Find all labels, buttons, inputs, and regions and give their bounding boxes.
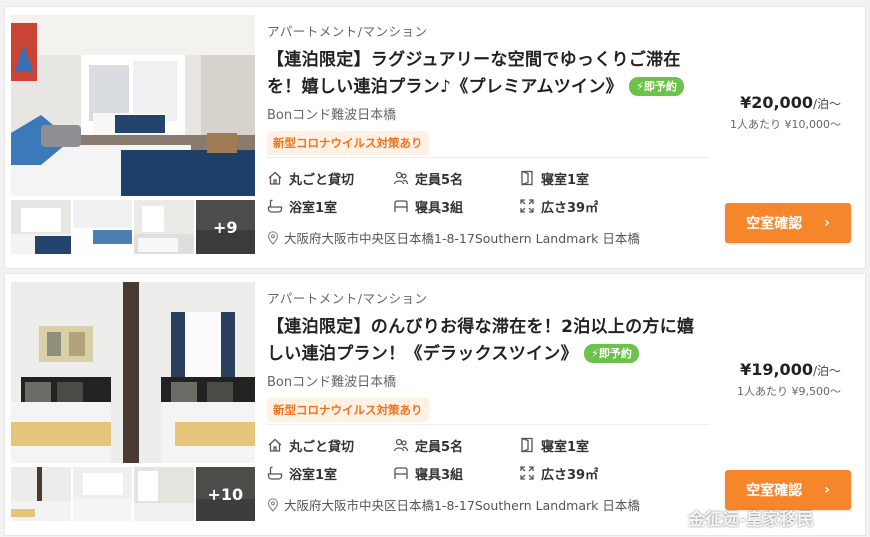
- feature-bathrooms: 浴室1室: [267, 198, 393, 216]
- more-photos-count: +10: [195, 467, 255, 521]
- listing-card[interactable]: +10 アパートメント/マンション 【連泊限定】のんびりお得な滞在を！2泊以上の…: [4, 273, 866, 536]
- title-line-2: を！嬉しい連泊プラン♪《プレミアムツイン》: [267, 77, 623, 97]
- instant-booking-badge: ⚡即予約: [584, 344, 639, 363]
- feature-area: 広さ39㎡: [519, 198, 649, 216]
- house-icon: [268, 438, 282, 452]
- photo-thumbnail[interactable]: [134, 467, 194, 521]
- weibo-logo-icon: [653, 507, 683, 529]
- more-photos-count: +9: [195, 200, 255, 254]
- map-pin-icon: [267, 497, 279, 512]
- feature-bathrooms: 浴室1室: [267, 465, 393, 483]
- people-icon: [393, 171, 409, 185]
- check-availability-button[interactable]: 空室確認 ›: [725, 203, 851, 243]
- covid-measures-tag: 新型コロナウイルス対策あり: [267, 131, 429, 155]
- photo-thumbnail[interactable]: [72, 200, 132, 254]
- map-pin-icon: [267, 230, 279, 245]
- bath-icon: [267, 466, 283, 480]
- feature-bedrooms: 寝室1室: [519, 170, 649, 188]
- price-block: ¥19,000/泊〜 1人あたり ¥9,500〜: [701, 360, 841, 399]
- instant-booking-badge: ⚡即予約: [629, 77, 684, 96]
- feature-bedding: 寝具3組: [393, 465, 519, 483]
- chevron-right-icon: ›: [824, 482, 830, 498]
- area-expand-icon: [520, 199, 534, 213]
- feature-whole-rental: 丸ごと貸切: [267, 170, 393, 188]
- watermark: 金征远-皇家移民: [652, 504, 814, 530]
- property-type: アパートメント/マンション: [267, 24, 428, 39]
- people-icon: [393, 438, 409, 452]
- building-name: Bonコンド難波日本橋: [267, 108, 397, 123]
- photo-thumbnail[interactable]: [11, 467, 71, 521]
- feature-area: 広さ39㎡: [519, 465, 649, 483]
- feature-grid: 丸ごと貸切 定員5名 寝室1室 浴室1室 寝具3組 広さ39㎡: [267, 437, 707, 483]
- bath-icon: [267, 199, 283, 213]
- bed-door-icon: [521, 437, 533, 453]
- photo-thumbnail[interactable]: [134, 200, 194, 254]
- photo-thumbnail[interactable]: [72, 467, 132, 521]
- nightly-price: ¥20,000/泊〜: [740, 93, 841, 112]
- feature-capacity: 定員5名: [393, 170, 519, 188]
- main-room-photo[interactable]: [11, 282, 255, 463]
- photo-gallery[interactable]: +9: [11, 15, 255, 254]
- feature-grid: 丸ごと貸切 定員5名 寝室1室 浴室1室 寝具3組 広さ39㎡: [267, 170, 707, 216]
- chevron-right-icon: ›: [824, 215, 830, 231]
- bedding-icon: [394, 200, 408, 212]
- divider: [267, 424, 709, 425]
- property-type: アパートメント/マンション: [267, 291, 428, 306]
- photo-thumbnail-more[interactable]: +9: [195, 200, 255, 254]
- feature-whole-rental: 丸ごと貸切: [267, 437, 393, 455]
- bedding-icon: [394, 467, 408, 479]
- photo-gallery[interactable]: +10: [11, 282, 255, 521]
- title-line-1: 【連泊限定】ラグジュアリーな空間でゆっくりご滞在: [267, 50, 681, 70]
- per-person-price: 1人あたり ¥10,000〜: [730, 118, 841, 131]
- feature-bedrooms: 寝室1室: [519, 437, 649, 455]
- divider: [267, 157, 709, 158]
- house-icon: [268, 171, 282, 185]
- address: 大阪府大阪市中央区日本橋1-8-17Southern Landmark 日本橋: [267, 495, 640, 514]
- title-line-2: しい連泊プラン！《デラックスツイン》: [267, 344, 578, 364]
- feature-capacity: 定員5名: [393, 437, 519, 455]
- listing-title[interactable]: 【連泊限定】のんびりお得な滞在を！2泊以上の方に嬉 しい連泊プラン！《デラックス…: [267, 314, 709, 368]
- building-name: Bonコンド難波日本橋: [267, 375, 397, 390]
- photo-thumbnail[interactable]: [11, 200, 71, 254]
- nightly-price: ¥19,000/泊〜: [740, 360, 841, 379]
- address: 大阪府大阪市中央区日本橋1-8-17Southern Landmark 日本橋: [267, 228, 640, 247]
- bed-door-icon: [521, 170, 533, 186]
- listing-title[interactable]: 【連泊限定】ラグジュアリーな空間でゆっくりご滞在 を！嬉しい連泊プラン♪《プレミ…: [267, 47, 709, 101]
- listing-card[interactable]: +9 アパートメント/マンション 【連泊限定】ラグジュアリーな空間でゆっくりご滞…: [4, 6, 866, 269]
- main-room-photo[interactable]: [11, 15, 255, 196]
- per-person-price: 1人あたり ¥9,500〜: [737, 385, 841, 398]
- price-block: ¥20,000/泊〜 1人あたり ¥10,000〜: [701, 93, 841, 132]
- feature-bedding: 寝具3組: [393, 198, 519, 216]
- photo-thumbnail-more[interactable]: +10: [195, 467, 255, 521]
- title-line-1: 【連泊限定】のんびりお得な滞在を！2泊以上の方に嬉: [267, 317, 695, 337]
- area-expand-icon: [520, 466, 534, 480]
- covid-measures-tag: 新型コロナウイルス対策あり: [267, 398, 429, 422]
